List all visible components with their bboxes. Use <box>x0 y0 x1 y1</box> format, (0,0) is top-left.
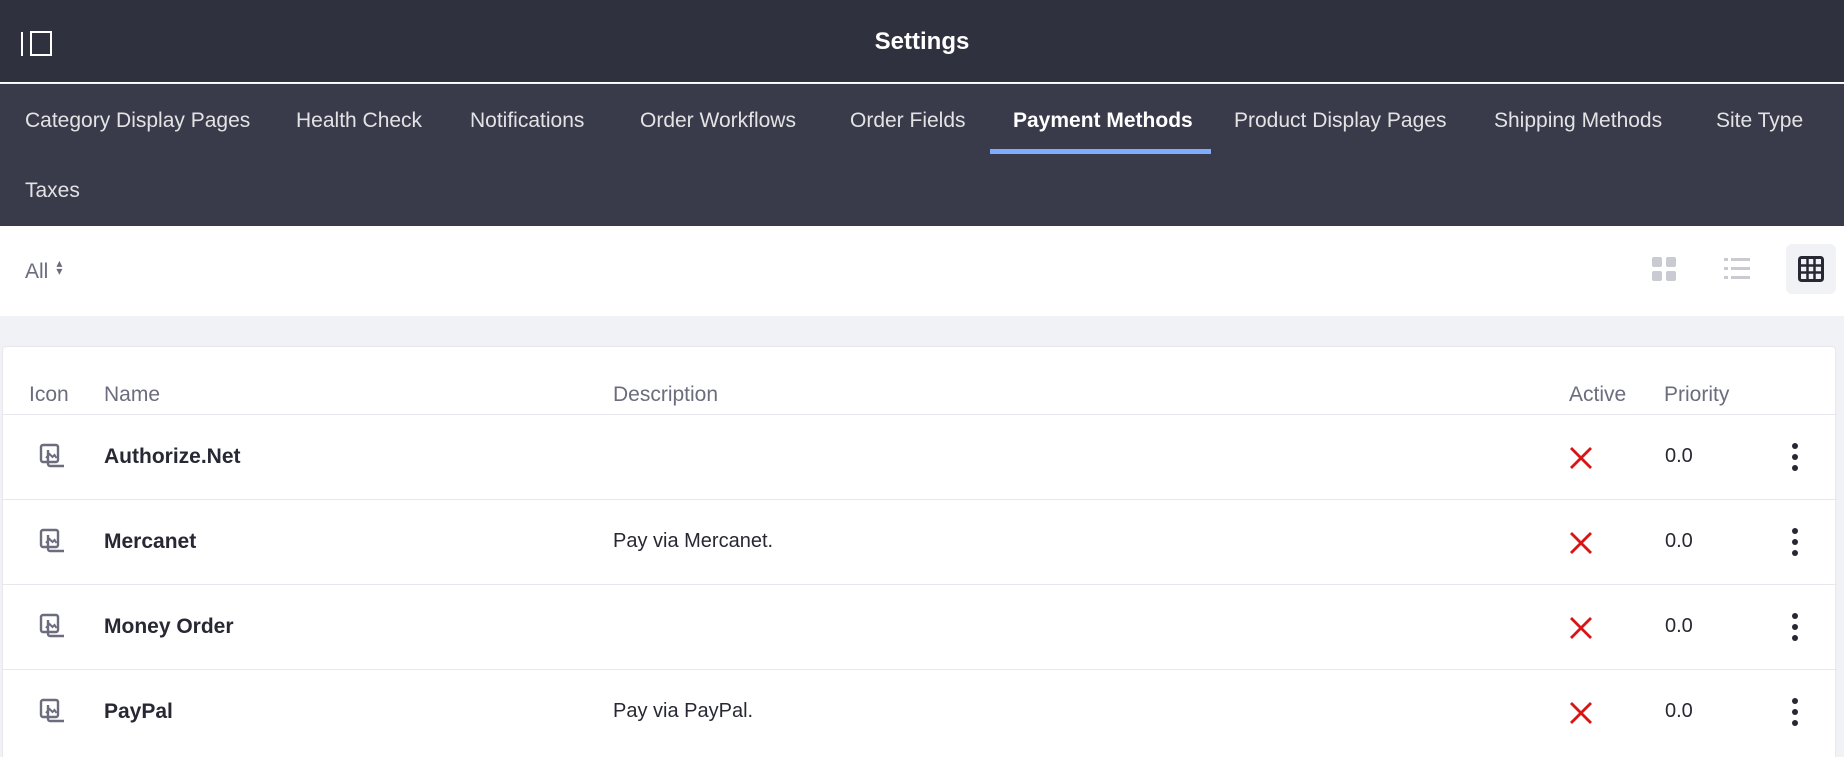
payment-method-name[interactable]: PayPal <box>104 700 173 724</box>
payment-method-priority: 0.0 <box>1665 445 1693 467</box>
management-toolbar: All ▴ ▾ <box>0 226 1844 316</box>
image-stack-icon <box>39 528 64 553</box>
ellipsis-v-icon[interactable] <box>1783 441 1807 473</box>
times-icon <box>1570 617 1592 639</box>
column-header-icon: Icon <box>29 383 69 406</box>
payment-method-description: Pay via PayPal. <box>613 700 754 722</box>
ellipsis-v-icon[interactable] <box>1783 696 1807 728</box>
times-icon <box>1570 447 1592 469</box>
filter-dropdown[interactable]: All ▴ ▾ <box>25 256 63 284</box>
page-title: Settings <box>874 28 970 55</box>
tab-order-fields[interactable]: Order Fields <box>850 109 966 133</box>
payment-method-name[interactable]: Authorize.Net <box>104 445 241 469</box>
tab-taxes[interactable]: Taxes <box>25 179 80 203</box>
table-icon <box>1798 256 1824 282</box>
payment-method-name[interactable]: Mercanet <box>104 530 196 554</box>
tab-site-type[interactable]: Site Type <box>1716 109 1803 133</box>
tab-notifications[interactable]: Notifications <box>470 109 584 133</box>
table-view-button[interactable] <box>1786 244 1836 294</box>
filter-label: All <box>25 260 49 283</box>
payment-method-priority: 0.0 <box>1665 530 1693 552</box>
payment-method-name[interactable]: Money Order <box>104 615 234 639</box>
image-stack-icon <box>39 443 64 468</box>
tab-shipping-methods[interactable]: Shipping Methods <box>1494 109 1662 133</box>
active-tab-indicator <box>990 149 1211 154</box>
caret-double-icon: ▴ ▾ <box>56 256 63 278</box>
header-bar: Settings <box>0 0 1844 83</box>
table-row: Money Order 0.0 <box>3 584 1837 669</box>
ellipsis-v-icon[interactable] <box>1783 526 1807 558</box>
ellipsis-v-icon[interactable] <box>1783 611 1807 643</box>
payment-methods-table: Icon Name Description Active Priority Au… <box>2 346 1837 757</box>
table-row: Authorize.Net 0.0 <box>3 414 1837 499</box>
times-icon <box>1570 532 1592 554</box>
cards-icon <box>1652 257 1676 281</box>
tab-health-check[interactable]: Health Check <box>296 109 422 133</box>
list-view-button[interactable] <box>1712 244 1762 294</box>
column-header-name: Name <box>104 383 161 406</box>
tab-order-workflows[interactable]: Order Workflows <box>640 109 796 133</box>
image-stack-icon <box>39 613 64 638</box>
payment-method-priority: 0.0 <box>1665 615 1693 637</box>
payment-method-priority: 0.0 <box>1665 700 1693 722</box>
settings-tab-nav: Category Display Pages Health Check Noti… <box>0 84 1844 226</box>
tab-payment-methods[interactable]: Payment Methods <box>1013 109 1193 133</box>
table-row: PayPal Pay via PayPal. 0.0 <box>3 669 1837 754</box>
table-row: Mercanet Pay via Mercanet. 0.0 <box>3 499 1837 584</box>
column-header-priority: Priority <box>1664 383 1730 406</box>
tab-category-display-pages[interactable]: Category Display Pages <box>25 109 250 133</box>
column-header-description: Description <box>613 383 719 406</box>
payment-method-description: Pay via Mercanet. <box>613 530 774 552</box>
list-icon <box>1724 258 1750 279</box>
tab-product-display-pages[interactable]: Product Display Pages <box>1234 109 1446 133</box>
times-icon <box>1570 702 1592 724</box>
cards-view-button[interactable] <box>1639 244 1689 294</box>
image-stack-icon <box>39 698 64 723</box>
column-header-active: Active <box>1569 383 1627 406</box>
